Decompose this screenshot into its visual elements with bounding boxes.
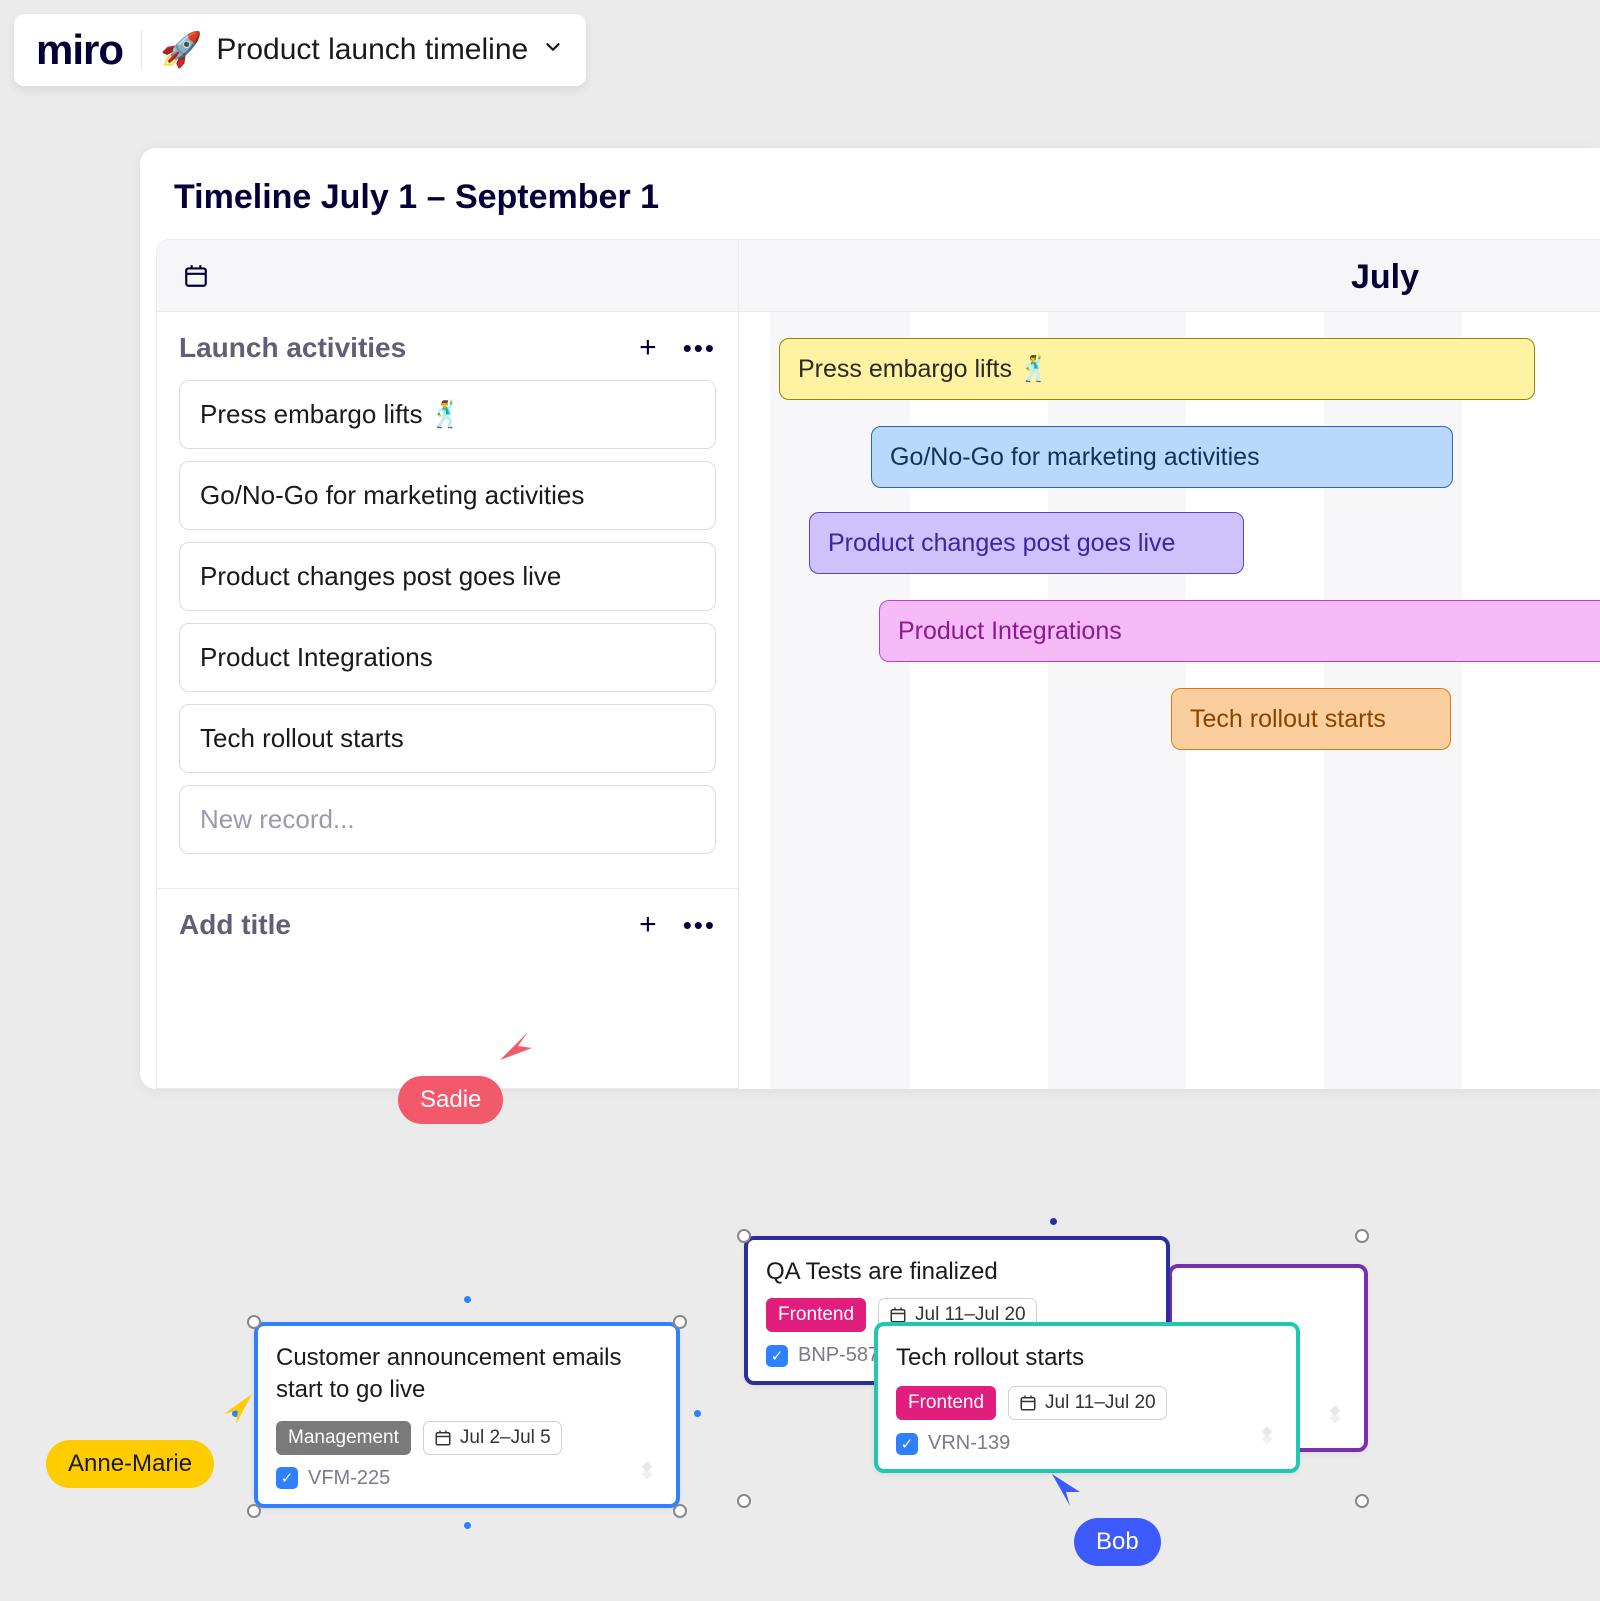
left-header (157, 240, 738, 312)
panel-title: Timeline July 1 – September 1 (140, 148, 1600, 239)
collaborator-label-bob: Bob (1074, 1518, 1161, 1566)
timeline-grid: Launch activities + ••• Press embargo li… (156, 239, 1600, 1089)
jira-icon (1254, 1424, 1280, 1455)
new-record-input[interactable]: New record... (179, 785, 716, 854)
jira-icon (634, 1459, 660, 1490)
checkbox-icon[interactable]: ✓ (896, 1433, 918, 1455)
selection-handle[interactable] (247, 1315, 261, 1329)
selection-handle[interactable] (247, 1504, 261, 1518)
ticket-id: VFM-225 (308, 1467, 390, 1490)
card-title: Tech rollout starts (896, 1342, 1278, 1374)
gantt-bar-label: Go/No-Go for marketing activities (890, 443, 1260, 472)
add-record-button[interactable]: + (639, 333, 657, 363)
record-item[interactable]: Product changes post goes live (179, 542, 716, 611)
cursor-icon (498, 1028, 534, 1064)
selection-handle[interactable] (673, 1504, 687, 1518)
section-title-placeholder[interactable]: Add title (179, 909, 291, 941)
section-more-icon[interactable]: ••• (683, 335, 716, 361)
date-chip[interactable]: Jul 2–Jul 5 (423, 1421, 562, 1455)
tag-management: Management (276, 1421, 411, 1455)
gantt-bar[interactable]: Press embargo lifts 🕺 (779, 338, 1535, 400)
tag-frontend: Frontend (896, 1386, 996, 1420)
calendar-icon (1019, 1394, 1037, 1412)
calendar-icon (183, 263, 209, 289)
task-card-anne[interactable]: Customer announcement emails start to go… (254, 1322, 680, 1508)
calendar-icon (434, 1429, 452, 1447)
section-add-title: Add title + ••• (157, 889, 738, 1089)
chevron-down-icon (542, 36, 564, 64)
selection-handle[interactable] (1355, 1494, 1369, 1508)
date-text: Jul 2–Jul 5 (460, 1427, 551, 1449)
gantt-area[interactable]: Press embargo lifts 🕺 Go/No-Go for marke… (739, 312, 1600, 1089)
gantt-bar[interactable]: Go/No-Go for marketing activities (871, 426, 1453, 488)
top-toolbar: miro 🚀 Product launch timeline (14, 14, 586, 86)
cursor-icon (1048, 1472, 1084, 1508)
gantt-bar[interactable]: Product changes post goes live (809, 512, 1244, 574)
date-chip[interactable]: Jul 11–Jul 20 (1008, 1386, 1167, 1420)
selection-dot (694, 1410, 701, 1417)
selection-dot (1050, 1218, 1057, 1225)
record-item[interactable]: Tech rollout starts (179, 704, 716, 773)
jira-icon (1322, 1403, 1348, 1434)
gantt-bar[interactable]: Product Integrations (879, 600, 1600, 662)
selection-handle[interactable] (673, 1315, 687, 1329)
section-more-icon[interactable]: ••• (683, 912, 716, 938)
date-text: Jul 11–Jul 20 (1045, 1392, 1156, 1414)
section-launch-activities: Launch activities + ••• Press embargo li… (157, 312, 738, 889)
timeline-left-column: Launch activities + ••• Press embargo li… (157, 240, 739, 1089)
miro-logo: miro (36, 26, 123, 74)
timeline-panel: Timeline July 1 – September 1 Launch act… (140, 148, 1600, 1089)
section-title[interactable]: Launch activities (179, 332, 406, 364)
checkbox-icon[interactable]: ✓ (276, 1467, 298, 1489)
timeline-right-column[interactable]: July Augu Press embargo lifts 🕺 Go/No (739, 240, 1600, 1089)
selection-handle[interactable] (737, 1229, 751, 1243)
ticket-id: BNP-587 (798, 1344, 879, 1367)
card-title: Customer announcement emails start to go… (276, 1342, 658, 1407)
gantt-bar[interactable]: Tech rollout starts (1171, 688, 1451, 750)
collaborator-label-sadie: Sadie (398, 1076, 503, 1124)
checkbox-icon[interactable]: ✓ (766, 1345, 788, 1367)
cursor-icon (222, 1392, 256, 1426)
add-record-button[interactable]: + (639, 910, 657, 940)
gantt-bar-label: Product Integrations (898, 617, 1122, 646)
board-switcher[interactable]: 🚀 Product launch timeline (160, 30, 564, 70)
record-item[interactable]: Go/No-Go for marketing activities (179, 461, 716, 530)
month-label: July (1351, 258, 1419, 297)
card-title: QA Tests are finalized (766, 1256, 1148, 1288)
selection-dot (464, 1522, 471, 1529)
rocket-icon: 🚀 (160, 30, 202, 70)
record-item[interactable]: Press embargo lifts 🕺 (179, 380, 716, 449)
collaborator-label-anne: Anne-Marie (46, 1440, 214, 1488)
divider (141, 30, 142, 70)
gantt-bar-label: Press embargo lifts 🕺 (798, 355, 1050, 384)
ticket-id: VRN-139 (928, 1432, 1010, 1455)
selection-handle[interactable] (1355, 1229, 1369, 1243)
tag-frontend: Frontend (766, 1298, 866, 1332)
board-name-text: Product launch timeline (216, 33, 528, 67)
record-item[interactable]: Product Integrations (179, 623, 716, 692)
task-card-tech[interactable]: Tech rollout starts Frontend Jul 11–Jul … (874, 1322, 1300, 1473)
selection-handle[interactable] (737, 1494, 751, 1508)
selection-dot (464, 1296, 471, 1303)
gantt-bar-label: Tech rollout starts (1190, 705, 1386, 734)
gantt-bar-label: Product changes post goes live (828, 529, 1175, 558)
